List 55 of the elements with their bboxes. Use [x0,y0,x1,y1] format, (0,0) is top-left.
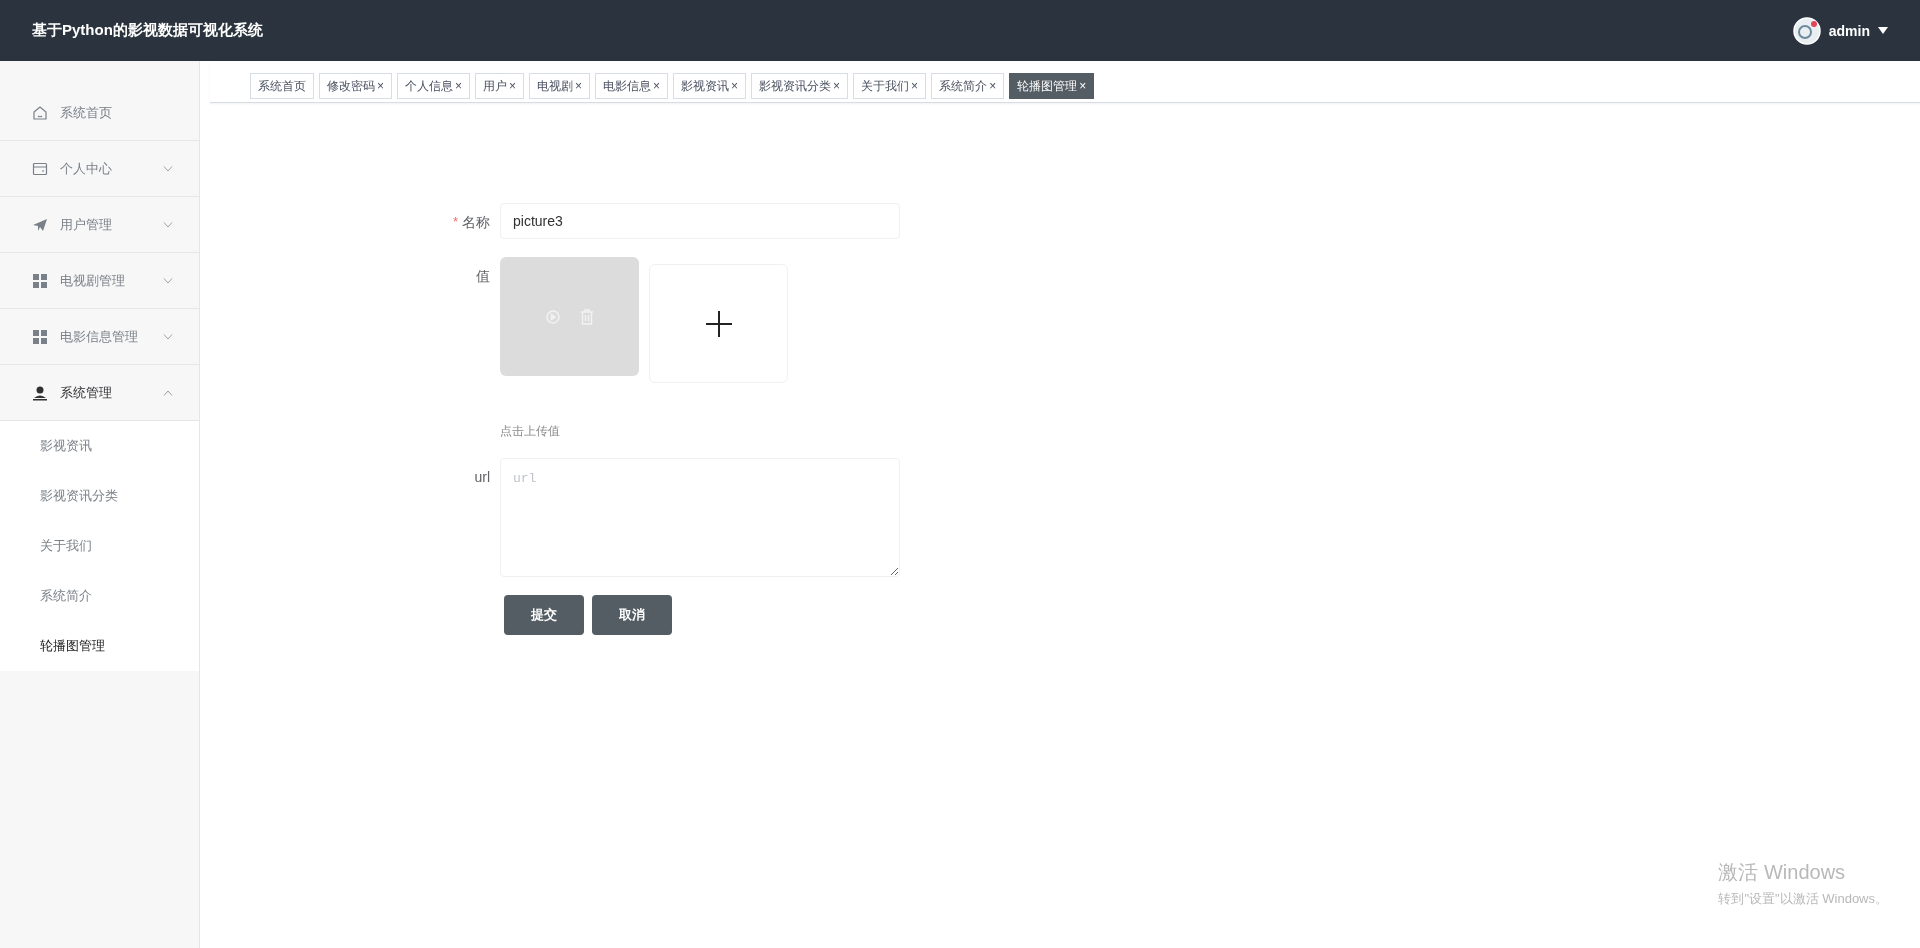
tab[interactable]: 电影信息 × [595,73,669,99]
url-textarea[interactable]: url [500,458,900,577]
submit-button[interactable]: 提交 [504,595,584,635]
paper-plane-icon [32,216,48,233]
user-icon [32,384,48,401]
tab[interactable]: 用户 × [475,73,525,99]
upload-card[interactable] [649,264,788,383]
field-label: url [474,469,490,485]
close-icon[interactable]: × [833,80,841,92]
grid-icon [32,328,48,345]
close-icon[interactable]: × [989,80,997,92]
field-label: 值 [476,268,490,286]
tab[interactable]: 个人信息 × [397,73,471,99]
close-icon[interactable]: × [1079,80,1087,92]
menu-item[interactable]: 电影信息管理 [0,309,199,365]
caret-icon[interactable] [1878,27,1888,34]
submenu-item[interactable]: 系统简介 [0,571,199,621]
tab[interactable]: 系统简介 × [931,73,1005,99]
cancel-button[interactable]: 取消 [592,595,672,635]
close-icon[interactable]: × [911,80,919,92]
tab[interactable]: 修改密码 × [319,73,392,99]
close-icon[interactable]: × [377,80,384,92]
app-title: 基于Python的影视数据可视化系统 [32,21,264,40]
close-icon[interactable]: × [455,80,463,92]
tab[interactable]: 轮播图管理 × [1009,73,1095,99]
close-icon[interactable]: × [575,80,583,92]
menu-item[interactable]: 用户管理 [0,197,199,253]
tab[interactable]: 影视资讯分类 × [751,73,849,99]
menu-item[interactable]: 电视剧管理 [0,253,199,309]
submenu-item[interactable]: 关于我们 [0,521,199,571]
name-input[interactable]: picture3 [500,203,900,239]
upload-hint: 点击上传值 [500,423,561,440]
activation-text: 转到"设置"以激活 Windows。 [1718,890,1888,908]
tab[interactable]: 关于我们 × [853,73,927,99]
close-icon[interactable]: × [731,80,739,92]
home-icon [32,104,48,121]
avatar-icon [1792,16,1821,45]
tab[interactable]: 系统首页 [250,73,314,99]
close-icon[interactable]: × [653,80,661,92]
activation-title: 激活 Windows [1718,860,1847,885]
field-label: 名称 [462,214,490,232]
card-icon [32,160,48,177]
grid-icon [32,272,48,289]
close-icon[interactable]: × [509,80,517,92]
submenu-item[interactable]: 影视资讯 [0,421,199,471]
menu-item[interactable]: 系统首页 [0,85,199,141]
user-name[interactable]: admin [1828,22,1870,39]
uploaded-image-card[interactable] [500,257,639,376]
tab[interactable]: 电视剧 × [529,73,591,99]
plus-icon [704,309,733,338]
submenu-item[interactable]: 轮播图管理 [0,621,199,671]
required-mark: * [452,214,458,229]
submenu-item[interactable]: 影视资讯分类 [0,471,199,521]
tab[interactable]: 影视资讯 × [673,73,747,99]
menu-item[interactable]: 个人中心 [0,141,199,197]
